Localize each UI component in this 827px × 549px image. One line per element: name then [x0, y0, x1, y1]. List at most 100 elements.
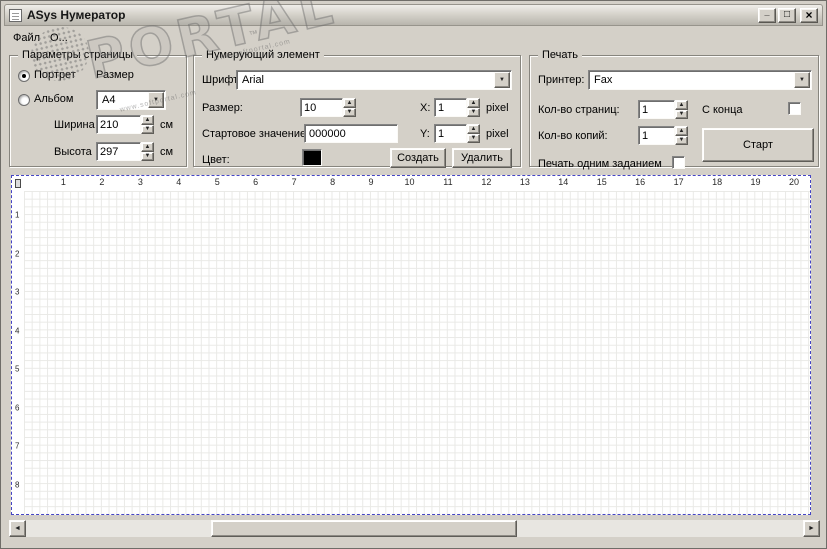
- x-spin-down-icon[interactable]: ▼: [467, 107, 480, 117]
- h-ruler-tick: 20: [788, 177, 800, 187]
- h-ruler-tick: 10: [404, 177, 415, 187]
- landscape-radio[interactable]: [18, 94, 30, 106]
- printer-value: Fax: [591, 73, 793, 87]
- y-spin-down-icon[interactable]: ▼: [467, 133, 480, 143]
- start-button[interactable]: Старт: [702, 128, 814, 162]
- h-scrollbar[interactable]: ◄ ►: [9, 520, 820, 537]
- h-scrollbar-thumb[interactable]: [211, 520, 517, 537]
- color-swatch[interactable]: [302, 149, 322, 166]
- groupbox-page-params: Параметры страницы Портрет Размер Альбом…: [9, 49, 187, 167]
- copies-count-input[interactable]: [638, 126, 675, 145]
- font-size-input[interactable]: [300, 98, 343, 117]
- create-button[interactable]: Создать: [390, 148, 446, 168]
- v-ruler-tick: 4: [15, 326, 20, 336]
- v-ruler-tick: 5: [15, 364, 20, 374]
- color-label: Цвет:: [202, 154, 230, 166]
- y-spin-up-icon[interactable]: ▲: [467, 124, 480, 134]
- height-unit-label: см: [160, 146, 174, 158]
- x-spin-up-icon[interactable]: ▲: [467, 98, 480, 108]
- printer-select[interactable]: Fax ▼: [588, 70, 812, 90]
- groupbox-page-params-title: Параметры страницы: [18, 49, 137, 61]
- groupbox-numbering: Нумерующий элемент Шрифт Arial ▼ Размер:…: [193, 49, 521, 168]
- h-ruler: 1 2 3 4 5 6 7 8 9 10 11 12 13 14 15 16 17 18 19 20: [12, 176, 810, 191]
- page-selection-border: 1 2 3 4 5 6 7 8 9 10 11 12 13 14 15 16 17 18 19 20 12345678: [11, 175, 811, 515]
- window-controls: _ □ ×: [756, 6, 818, 23]
- font-size-spin-down-icon[interactable]: ▼: [343, 107, 356, 117]
- width-spin-down-icon[interactable]: ▼: [141, 124, 154, 134]
- single-job-checkbox[interactable]: [672, 156, 685, 169]
- h-ruler-tick: 1: [60, 177, 66, 187]
- h-ruler-tick: 11: [443, 177, 453, 187]
- minimize-icon: _: [764, 6, 770, 17]
- h-ruler-tick: 14: [558, 177, 569, 187]
- height-spin-down-icon[interactable]: ▼: [141, 151, 154, 161]
- font-select[interactable]: Arial ▼: [236, 70, 512, 90]
- menubar: Файл О...: [5, 28, 822, 48]
- width-input[interactable]: [96, 115, 141, 134]
- maximize-icon: □: [783, 8, 791, 20]
- copies-spin-down-icon[interactable]: ▼: [675, 135, 688, 145]
- window-title: ASys Нумератор: [27, 8, 126, 22]
- menu-item-file[interactable]: Файл: [11, 30, 48, 46]
- chevron-down-icon[interactable]: ▼: [148, 92, 164, 108]
- from-end-checkbox[interactable]: [788, 102, 801, 115]
- pages-spin-up-icon[interactable]: ▲: [675, 100, 688, 110]
- paper-size-select[interactable]: A4 ▼: [96, 90, 166, 110]
- from-end-label: С конца: [702, 104, 743, 116]
- paper-size-label: Размер: [96, 69, 134, 81]
- h-ruler-tick: 6: [253, 177, 259, 187]
- x-label: X:: [420, 102, 431, 114]
- width-stepper: ▲ ▼: [96, 115, 154, 134]
- close-button[interactable]: ×: [800, 7, 818, 23]
- start-value-input[interactable]: [304, 124, 398, 143]
- font-size-spin-up-icon[interactable]: ▲: [343, 98, 356, 108]
- paper-size-value: A4: [99, 93, 147, 107]
- v-ruler-tick: 8: [15, 480, 20, 490]
- v-ruler-tick: 3: [15, 287, 20, 297]
- delete-button[interactable]: Удалить: [452, 148, 512, 168]
- h-ruler-tick: 3: [137, 177, 143, 187]
- width-label: Ширина: [54, 119, 95, 131]
- minimize-button[interactable]: _: [758, 6, 776, 23]
- h-ruler-tick: 19: [750, 177, 761, 187]
- x-input[interactable]: [434, 98, 467, 117]
- height-input[interactable]: [96, 142, 141, 161]
- chevron-down-icon[interactable]: ▼: [494, 72, 510, 88]
- copies-count-stepper: ▲ ▼: [638, 126, 688, 145]
- y-label: Y:: [420, 128, 430, 140]
- titlebar: ASys Нумератор _ □ ×: [4, 4, 823, 26]
- portrait-radio[interactable]: [18, 70, 30, 82]
- y-input[interactable]: [434, 124, 467, 143]
- landscape-label: Альбом: [34, 93, 74, 105]
- copies-count-label: Кол-во копий:: [538, 130, 608, 142]
- menu-item-about[interactable]: О...: [48, 30, 76, 46]
- v-ruler-tick: 6: [15, 403, 20, 413]
- width-unit-label: см: [160, 119, 174, 131]
- scroll-left-icon[interactable]: ◄: [9, 520, 26, 537]
- font-size-label: Размер:: [202, 102, 243, 114]
- groupbox-print: Печать Принтер: Fax ▼ Кол-во страниц: ▲ …: [529, 49, 819, 170]
- x-stepper: ▲ ▼: [434, 98, 480, 117]
- width-spin-up-icon[interactable]: ▲: [141, 115, 154, 125]
- page-canvas[interactable]: [24, 191, 810, 514]
- font-label: Шрифт: [202, 74, 239, 86]
- x-unit-label: pixel: [486, 102, 509, 114]
- maximize-button[interactable]: □: [778, 7, 796, 23]
- app-window: ASys Нумератор _ □ × Файл О... Параметры…: [0, 0, 827, 549]
- ruler-origin-icon: [15, 179, 21, 188]
- h-ruler-tick: 12: [481, 177, 492, 187]
- h-ruler-tick: 15: [596, 177, 607, 187]
- pages-spin-down-icon[interactable]: ▼: [675, 109, 688, 119]
- pages-count-input[interactable]: [638, 100, 675, 119]
- printer-label: Принтер:: [538, 74, 585, 86]
- pages-count-stepper: ▲ ▼: [638, 100, 688, 119]
- portrait-label: Портрет: [34, 69, 76, 81]
- height-label: Высота: [54, 146, 92, 158]
- v-ruler-tick: 7: [15, 441, 20, 451]
- v-ruler-tick: 1: [15, 210, 20, 220]
- chevron-down-icon[interactable]: ▼: [794, 72, 810, 88]
- copies-spin-up-icon[interactable]: ▲: [675, 126, 688, 136]
- height-spin-up-icon[interactable]: ▲: [141, 142, 154, 152]
- close-icon: ×: [805, 7, 813, 22]
- scroll-right-icon[interactable]: ►: [803, 520, 820, 537]
